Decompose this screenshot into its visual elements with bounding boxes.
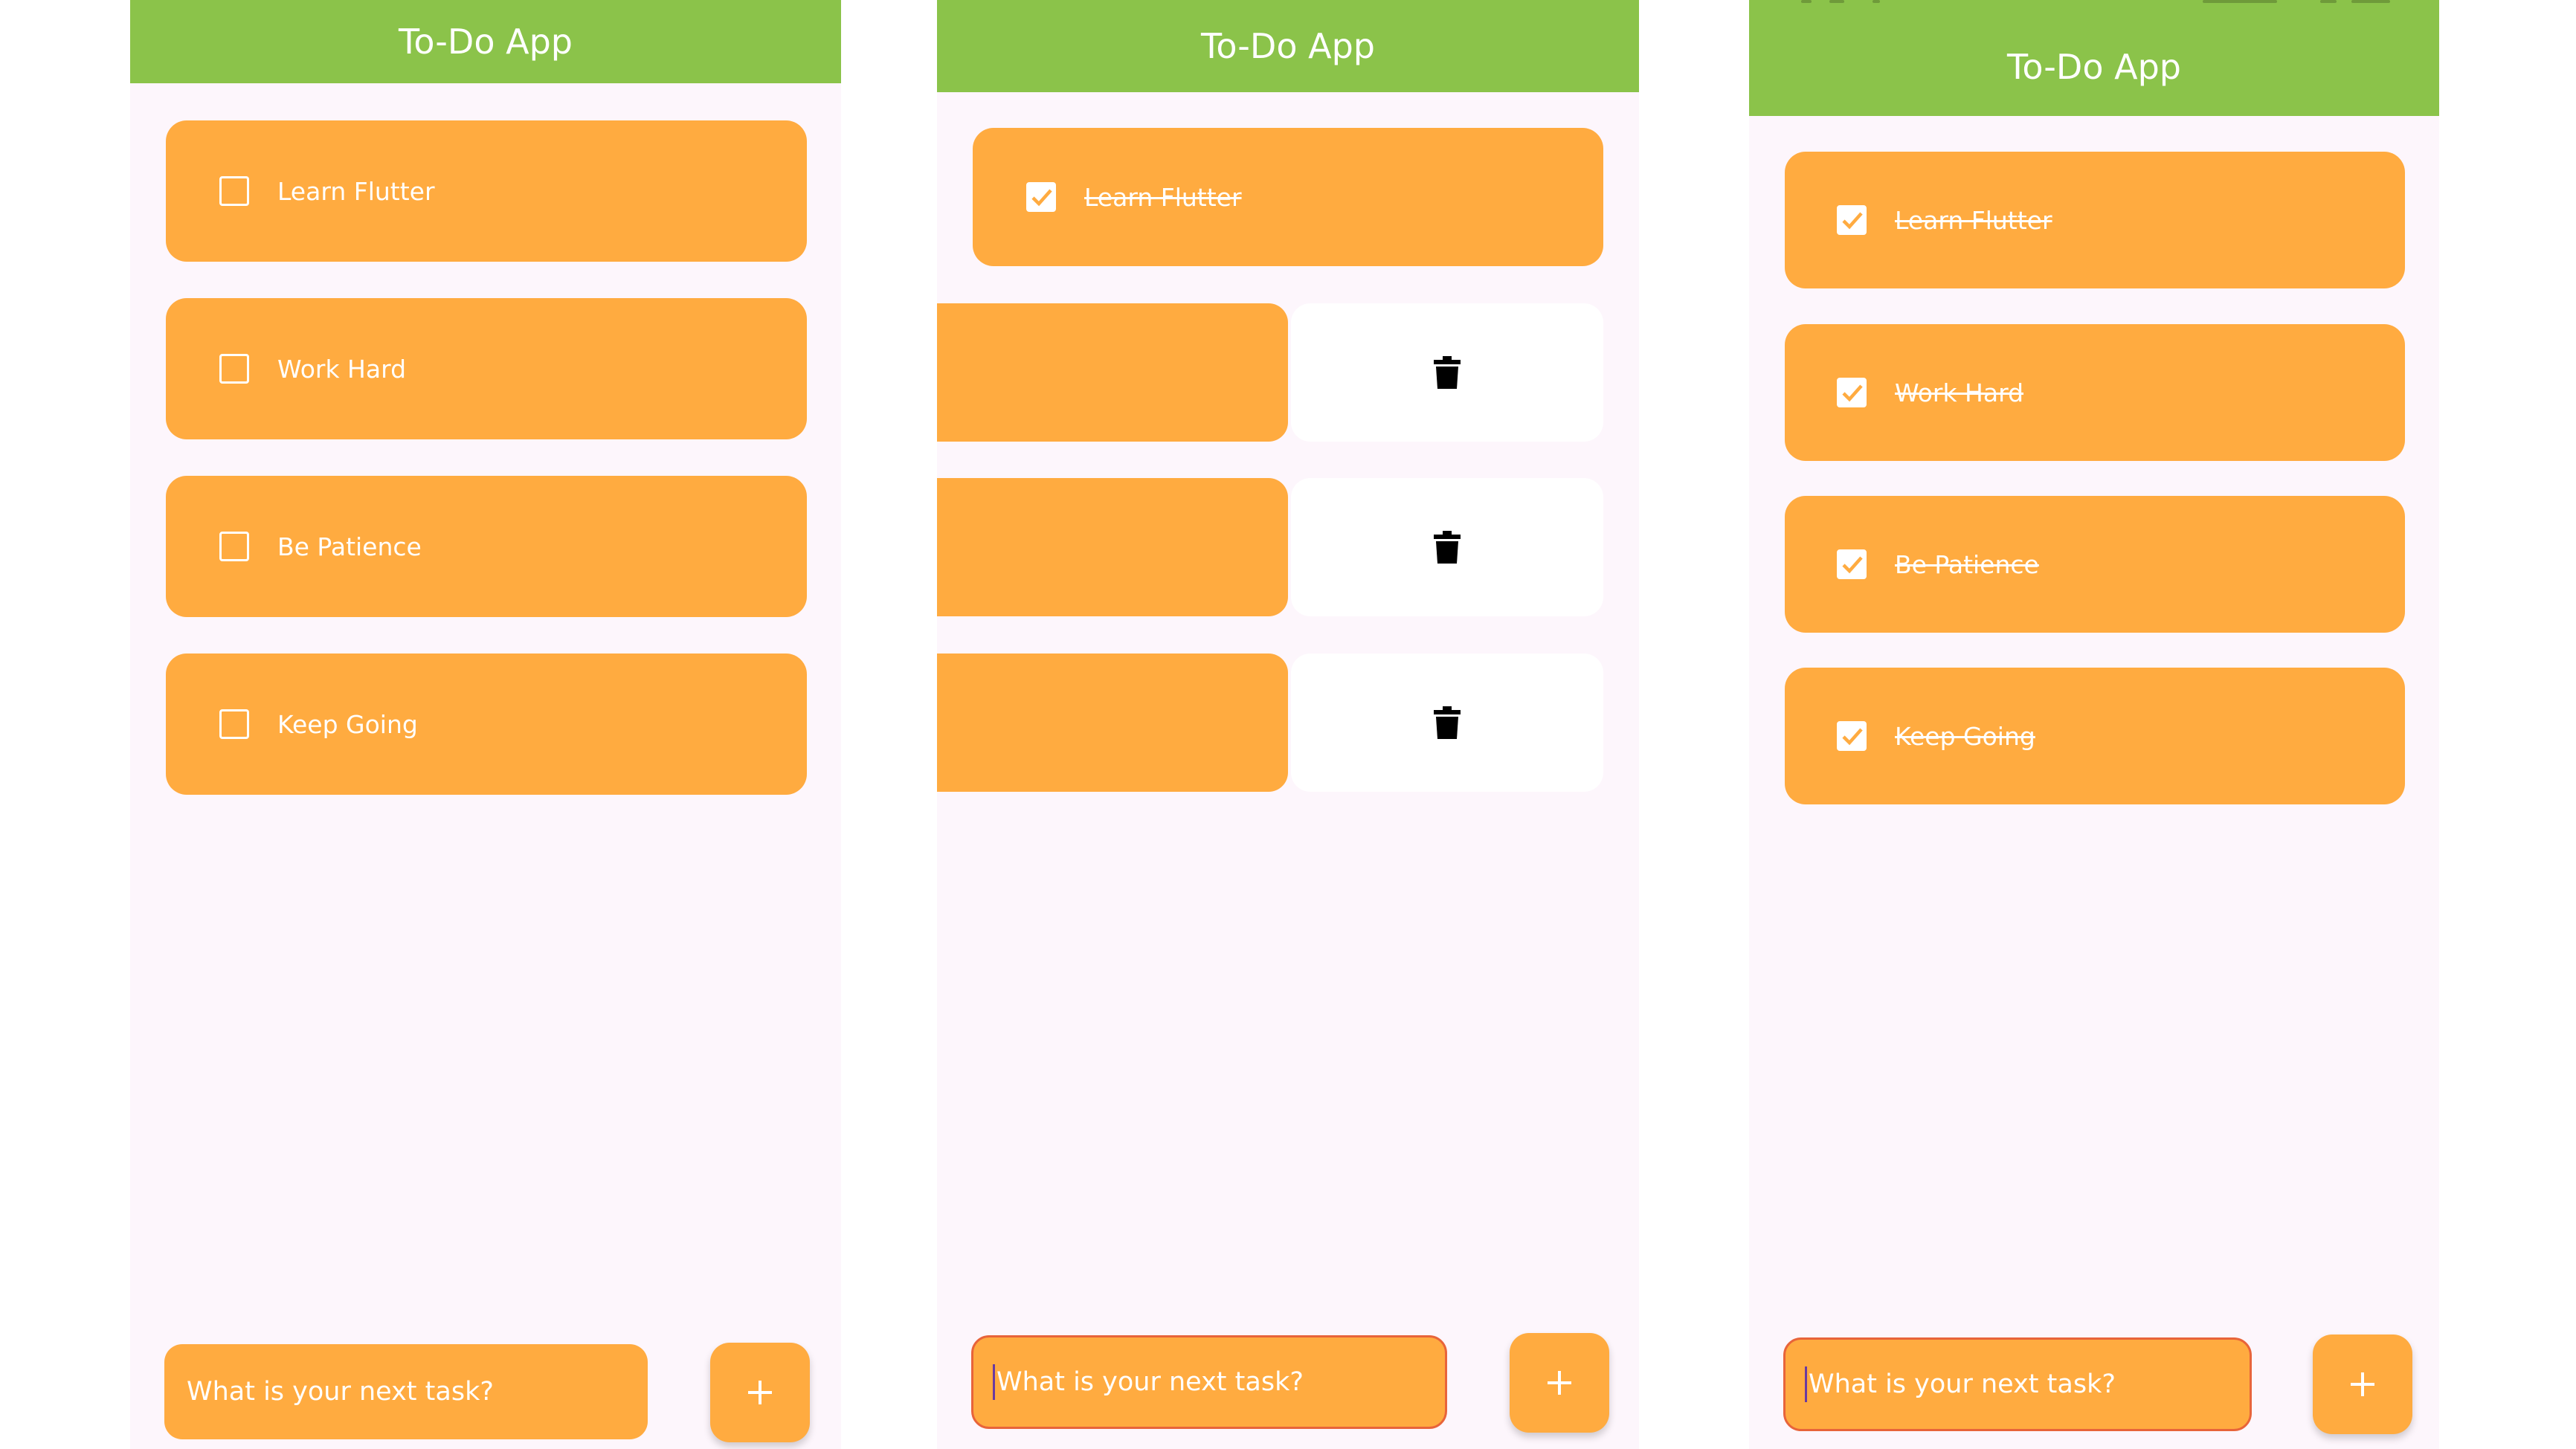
new-task-input[interactable]: What is your next task? [971, 1335, 1447, 1429]
check-icon [1842, 212, 1863, 230]
task-label: Keep Going [277, 709, 418, 739]
task-item[interactable]: Keep Going [1785, 668, 2405, 804]
task-item[interactable]: Work Hard [1785, 324, 2405, 461]
trash-icon [1434, 356, 1461, 389]
app-title: To-Do App [1201, 26, 1375, 66]
task-item[interactable]: Learn Flutter [166, 120, 807, 262]
text-cursor [993, 1364, 995, 1400]
task-label: Learn Flutter [277, 176, 435, 206]
checkbox[interactable] [219, 709, 249, 739]
add-task-button[interactable] [2313, 1335, 2412, 1434]
checkbox[interactable] [219, 354, 249, 384]
screen-3: To-Do App Learn Flutter Work Hard Be Pat… [1749, 0, 2439, 1449]
input-placeholder: What is your next task? [996, 1367, 1304, 1397]
checkbox-checked[interactable] [1837, 549, 1867, 579]
status-bar [1749, 0, 2439, 6]
app-title: To-Do App [2007, 47, 2181, 87]
checkbox[interactable] [219, 176, 249, 206]
check-icon [1842, 556, 1863, 574]
delete-action[interactable] [1291, 653, 1603, 792]
checkbox-checked[interactable] [1026, 182, 1056, 212]
text-cursor [1805, 1366, 1807, 1402]
swiped-task-item[interactable] [937, 653, 1288, 792]
plus-icon [2351, 1372, 2374, 1396]
task-label: Learn Flutter [1895, 205, 2052, 235]
task-label: Be Patience [1895, 549, 2039, 579]
app-title: To-Do App [399, 22, 573, 62]
swiped-task-item[interactable] [937, 303, 1288, 442]
delete-action[interactable] [1291, 303, 1603, 442]
add-task-button[interactable] [710, 1343, 810, 1442]
trash-icon [1434, 706, 1461, 739]
checkbox[interactable] [219, 532, 249, 561]
swiped-task-item[interactable] [937, 478, 1288, 616]
task-label: Be Patience [277, 532, 422, 561]
plus-icon [1548, 1371, 1571, 1395]
trash-icon [1434, 531, 1461, 564]
task-item[interactable]: Be Patience [1785, 496, 2405, 633]
task-label: Learn Flutter [1084, 182, 1242, 212]
task-item[interactable]: Learn Flutter [973, 128, 1603, 266]
input-placeholder: What is your next task? [187, 1377, 494, 1407]
screen-1: To-Do App Learn Flutter Work Hard Be Pat… [130, 0, 841, 1449]
plus-icon [748, 1381, 772, 1404]
check-icon [1842, 728, 1863, 746]
checkbox-checked[interactable] [1837, 205, 1867, 235]
task-item[interactable]: Be Patience [166, 476, 807, 617]
checkbox-checked[interactable] [1837, 721, 1867, 751]
check-icon [1842, 384, 1863, 402]
add-task-button[interactable] [1510, 1333, 1609, 1433]
task-item[interactable]: Learn Flutter [1785, 152, 2405, 288]
input-placeholder: What is your next task? [1809, 1369, 2116, 1399]
new-task-input[interactable]: What is your next task? [1783, 1337, 2252, 1431]
task-label: Work Hard [1895, 378, 2024, 407]
new-task-input[interactable]: What is your next task? [164, 1344, 648, 1439]
app-bar: To-Do App [937, 0, 1639, 92]
delete-action[interactable] [1291, 478, 1603, 616]
task-item[interactable]: Work Hard [166, 298, 807, 439]
task-item[interactable]: Keep Going [166, 653, 807, 795]
task-label: Work Hard [277, 354, 407, 384]
task-label: Keep Going [1895, 721, 2035, 751]
app-bar: To-Do App [130, 0, 841, 83]
checkbox-checked[interactable] [1837, 378, 1867, 407]
screen-2: To-Do App Learn Flutter What is your nex… [937, 0, 1639, 1449]
app-bar: To-Do App [1749, 0, 2439, 116]
check-icon [1031, 189, 1052, 207]
